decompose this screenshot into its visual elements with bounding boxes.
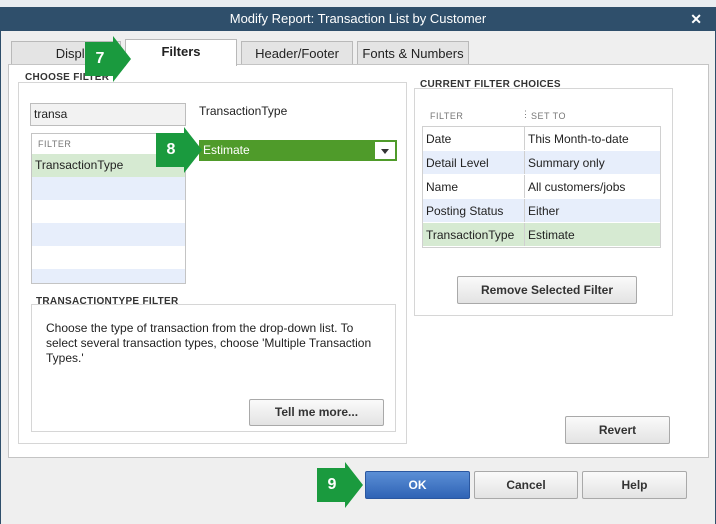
column-divider-icon[interactable]: ⋮ (521, 109, 531, 120)
table-row[interactable]: Detail Level Summary only (423, 150, 660, 175)
step-marker-7: 7 (85, 36, 133, 82)
value-cell: This Month-to-date (524, 127, 660, 151)
tab-header-footer-label: Header/Footer (255, 46, 339, 61)
filter-search-input[interactable]: transa (30, 103, 186, 126)
list-item-empty (32, 246, 185, 269)
close-icon[interactable]: ✕ (690, 7, 702, 31)
step-number: 8 (166, 141, 176, 158)
col-set-to-header: SET TO (531, 111, 567, 121)
col-filter-header: FILTER (430, 111, 464, 121)
tab-fonts-numbers[interactable]: Fonts & Numbers (357, 41, 469, 65)
filter-cell: Posting Status (423, 198, 525, 223)
table-row[interactable]: Name All customers/jobs (423, 174, 660, 199)
current-filters-table-frame: Date This Month-to-date Detail Level Summa… (422, 126, 661, 248)
value-cell: Either (524, 198, 660, 223)
list-item-empty (32, 223, 185, 246)
tell-me-more-button[interactable]: Tell me more... (249, 399, 384, 426)
tab-filters-label: Filters (161, 44, 201, 59)
step-number: 7 (95, 50, 105, 67)
value-cell: Estimate (524, 222, 660, 247)
step-marker-9: 9 (317, 462, 365, 508)
tab-fonts-numbers-label: Fonts & Numbers (362, 46, 464, 61)
current-filters-table: Date This Month-to-date Detail Level Summa… (423, 127, 660, 247)
filter-cell: TransactionType (423, 222, 525, 247)
table-row[interactable]: TransactionType Estimate (423, 222, 660, 247)
filter-help-text: Choose the type of transaction from the … (46, 321, 372, 365)
filter-cell: Date (423, 127, 525, 151)
cancel-button[interactable]: Cancel (474, 471, 578, 499)
transaction-type-dropdown[interactable]: Estimate (199, 140, 397, 161)
table-row[interactable]: Date This Month-to-date (423, 127, 660, 151)
value-cell: Summary only (524, 150, 660, 175)
window-title: Modify Report: Transaction List by Custo… (229, 11, 487, 26)
dropdown-value: Estimate (203, 143, 250, 157)
remove-selected-filter-button[interactable]: Remove Selected Filter (457, 276, 637, 304)
ok-button[interactable]: OK (365, 471, 470, 499)
help-button[interactable]: Help (582, 471, 687, 499)
value-cell: All customers/jobs (524, 174, 660, 199)
list-item-empty (32, 269, 185, 283)
title-bar: Modify Report: Transaction List by Custo… (0, 7, 716, 31)
table-row[interactable]: Posting Status Either (423, 198, 660, 223)
list-item-empty (32, 200, 185, 223)
tab-header-footer[interactable]: Header/Footer (241, 41, 353, 65)
filter-cell: Detail Level (423, 150, 525, 175)
filter-cell: Name (423, 174, 525, 199)
list-item-empty (32, 177, 185, 200)
step-number: 9 (327, 476, 337, 493)
tab-filters[interactable]: Filters (125, 39, 237, 66)
selected-filter-label: TransactionType (199, 104, 288, 118)
step-marker-8: 8 (156, 127, 204, 173)
revert-button[interactable]: Revert (565, 416, 670, 444)
chevron-down-icon[interactable] (375, 142, 395, 159)
